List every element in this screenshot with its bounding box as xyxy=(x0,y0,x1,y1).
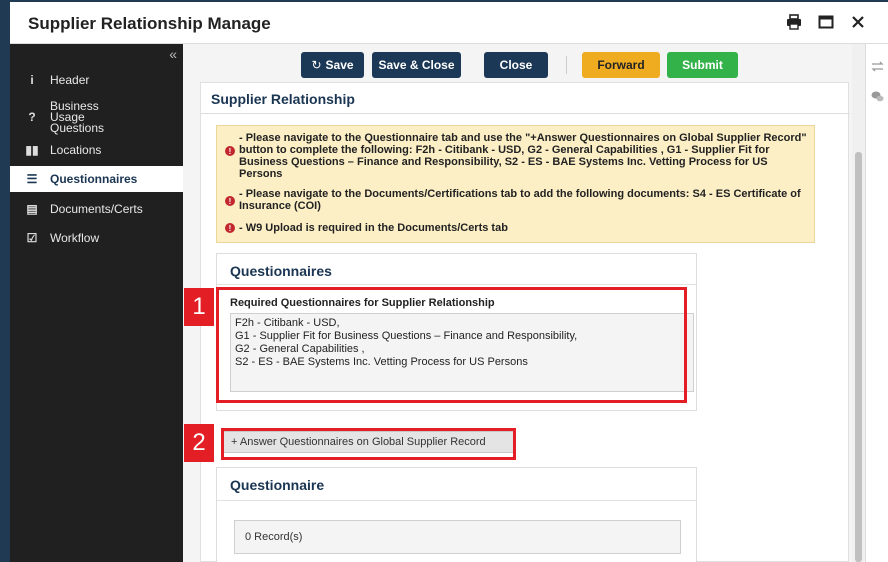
list-icon: ☰ xyxy=(26,172,38,186)
sidebar-item-workflow[interactable]: ☑ Workflow xyxy=(10,226,183,250)
save-button[interactable]: ↻ Save xyxy=(301,52,364,78)
sidebar-item-documents-certs[interactable]: ▤ Documents/Certs xyxy=(10,197,183,221)
records-count: 0 Record(s) xyxy=(234,520,681,554)
alert-icon: ! xyxy=(225,146,235,156)
panel-divider xyxy=(201,113,850,114)
panel-title: Supplier Relationship xyxy=(211,91,355,107)
close-icon[interactable] xyxy=(850,14,866,30)
collapse-sidebar-icon[interactable]: « xyxy=(169,46,177,62)
sidebar-item-label: Locations xyxy=(50,142,102,157)
document-icon: ▤ xyxy=(26,202,38,216)
swap-icon[interactable] xyxy=(871,60,884,73)
title-bar: Supplier Relationship Manage xyxy=(10,2,888,44)
highlight-box-required-questionnaires xyxy=(216,287,687,403)
submit-button[interactable]: Submit xyxy=(667,52,738,78)
save-button-label: Save xyxy=(325,58,354,72)
sidebar-item-locations[interactable]: ▮▮ Locations xyxy=(10,138,183,162)
checkbox-icon: ☑ xyxy=(26,231,38,245)
warning-alert: ! - Please navigate to the Questionnaire… xyxy=(216,125,815,243)
sidebar: « i Header ? Business Usage Questions ▮▮… xyxy=(10,44,183,562)
section-divider xyxy=(217,284,696,285)
window-controls xyxy=(786,14,866,30)
callout-badge-2: 2 xyxy=(184,424,214,462)
alert-text: - W9 Upload is required in the Documents… xyxy=(239,222,508,234)
window-edge xyxy=(0,0,10,562)
chat-icon[interactable] xyxy=(871,90,884,103)
printer-icon[interactable] xyxy=(786,14,802,30)
sidebar-item-label: Workflow xyxy=(50,230,100,245)
sidebar-item-questionnaires[interactable]: ☰ Questionnaires xyxy=(10,166,183,192)
alert-item: ! - Please navigate to the Documents/Cer… xyxy=(225,188,813,212)
vertical-scrollbar[interactable] xyxy=(852,44,865,562)
sidebar-item-header[interactable]: i Header xyxy=(10,68,183,92)
questionnaire-grid-section: Questionnaire 0 Record(s) xyxy=(216,467,697,562)
highlight-box-answer-button xyxy=(221,428,516,460)
right-rail xyxy=(865,44,888,562)
sidebar-item-label: Header xyxy=(50,72,90,87)
refresh-icon: ↻ xyxy=(311,58,322,72)
sidebar-item-business-usage-questions[interactable]: ? Business Usage Questions xyxy=(10,100,183,134)
map-icon: ▮▮ xyxy=(25,143,39,157)
questionnaires-title: Questionnaires xyxy=(230,263,332,279)
callout-badge-1: 1 xyxy=(184,288,214,326)
sidebar-item-label: Questionnaires xyxy=(50,171,138,186)
alert-text: - Please navigate to the Documents/Certi… xyxy=(239,188,801,212)
maximize-icon[interactable] xyxy=(818,14,834,30)
alert-text: - Please navigate to the Questionnaire t… xyxy=(239,132,807,180)
save-close-button[interactable]: Save & Close xyxy=(372,52,461,78)
close-button[interactable]: Close xyxy=(484,52,548,78)
question-icon: ? xyxy=(28,110,36,124)
info-icon: i xyxy=(30,73,34,87)
app-window: Supplier Relationship Manage « i Header … xyxy=(0,0,888,562)
forward-button[interactable]: Forward xyxy=(582,52,660,78)
section-divider xyxy=(217,500,696,501)
alert-item: ! - Please navigate to the Questionnaire… xyxy=(225,132,813,180)
toolbar-divider xyxy=(566,56,567,74)
sidebar-item-label: Documents/Certs xyxy=(50,201,143,216)
questionnaire-title: Questionnaire xyxy=(230,477,325,493)
scrollbar-thumb[interactable] xyxy=(855,152,862,562)
sidebar-item-label: Business Usage Questions xyxy=(50,98,105,135)
alert-item: ! - W9 Upload is required in the Documen… xyxy=(225,222,813,234)
alert-icon: ! xyxy=(225,223,235,233)
window-title: Supplier Relationship Manage xyxy=(28,14,271,33)
alert-icon: ! xyxy=(225,196,235,206)
